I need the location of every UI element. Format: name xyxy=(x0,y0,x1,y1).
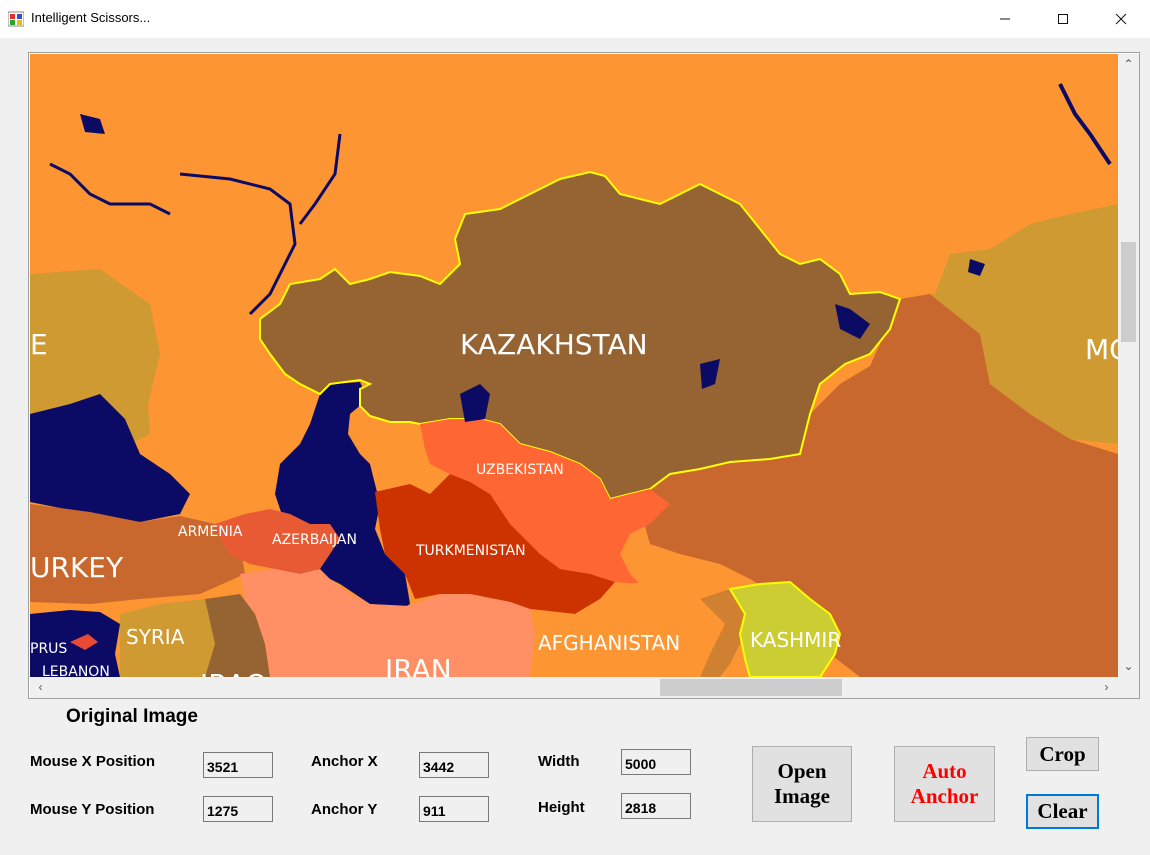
anchor-x-label: Anchor X xyxy=(311,753,378,770)
label-azerbaijan: AZERBAIJAN xyxy=(272,532,357,548)
label-cyprus: PRUS xyxy=(30,641,67,657)
scroll-right-icon[interactable]: › xyxy=(1098,679,1115,696)
scroll-down-icon[interactable]: ⌄ xyxy=(1120,658,1137,675)
clear-button[interactable]: Clear xyxy=(1026,794,1099,829)
width-field[interactable]: 5000 xyxy=(621,749,691,775)
height-field[interactable]: 2818 xyxy=(621,793,691,819)
label-turkmenistan: TURKMENISTAN xyxy=(415,543,526,559)
height-label: Height xyxy=(538,799,585,816)
width-label: Width xyxy=(538,753,580,770)
open-image-line1: Open xyxy=(777,759,827,783)
clear-label: Clear xyxy=(1037,799,1088,823)
scroll-up-icon[interactable]: ⌃ xyxy=(1120,56,1137,73)
anchor-y-field[interactable]: 911 xyxy=(419,796,489,822)
auto-anchor-line1: Auto xyxy=(922,759,967,783)
mouse-x-label: Mouse X Position xyxy=(30,753,156,770)
mouse-y-field[interactable]: 1275 xyxy=(203,796,273,822)
window-title: Intelligent Scissors... xyxy=(31,10,151,25)
original-image-heading: Original Image xyxy=(66,706,198,727)
label-syria: SYRIA xyxy=(126,625,185,649)
maximize-icon xyxy=(1058,14,1068,24)
minimize-button[interactable] xyxy=(982,0,1028,38)
open-image-line2: Image xyxy=(774,784,830,808)
image-viewport[interactable]: KAZAKHSTAN UZBEKISTAN TURKMENISTAN ARMEN… xyxy=(28,52,1140,699)
maximize-button[interactable] xyxy=(1040,0,1086,38)
label-uzbekistan: UZBEKISTAN xyxy=(476,462,564,478)
scroll-left-icon[interactable]: ‹ xyxy=(32,679,49,696)
open-image-button[interactable]: Open Image xyxy=(752,746,852,822)
map-image[interactable]: KAZAKHSTAN UZBEKISTAN TURKMENISTAN ARMEN… xyxy=(30,54,1118,677)
label-afghanistan: AFGHANISTAN xyxy=(538,631,680,655)
auto-anchor-button[interactable]: Auto Anchor xyxy=(894,746,995,822)
crop-button[interactable]: Crop xyxy=(1026,737,1099,771)
label-turkey: URKEY xyxy=(30,551,124,584)
label-iran: IRAN xyxy=(385,653,452,677)
label-lebanon: LEBANON xyxy=(42,664,110,677)
label-left-edge: E xyxy=(30,328,48,361)
auto-anchor-line2: Anchor xyxy=(910,784,979,808)
crop-label: Crop xyxy=(1039,741,1086,766)
anchor-y-label: Anchor Y xyxy=(311,801,378,818)
label-kashmir: KASHMIR xyxy=(750,628,841,652)
label-armenia: ARMENIA xyxy=(178,524,243,540)
label-mongolia: MC xyxy=(1085,333,1118,366)
mouse-y-label: Mouse Y Position xyxy=(30,801,155,818)
anchor-x-field[interactable]: 3442 xyxy=(419,752,489,778)
vertical-scrollbar[interactable]: ⌃ ⌄ xyxy=(1118,54,1139,677)
close-icon xyxy=(1115,13,1127,25)
vertical-scroll-thumb[interactable] xyxy=(1121,242,1136,342)
close-button[interactable] xyxy=(1098,0,1144,38)
label-kazakhstan: KAZAKHSTAN xyxy=(460,328,648,361)
mouse-x-field[interactable]: 3521 xyxy=(203,752,273,778)
horizontal-scrollbar[interactable]: ‹ › xyxy=(30,677,1118,698)
minimize-icon xyxy=(1000,18,1010,20)
title-bar: Intelligent Scissors... xyxy=(0,0,1150,38)
scroll-corner xyxy=(1118,677,1139,698)
app-icon xyxy=(8,11,24,27)
label-iraq: IRAQ xyxy=(200,668,267,677)
horizontal-scroll-thumb[interactable] xyxy=(660,679,842,696)
